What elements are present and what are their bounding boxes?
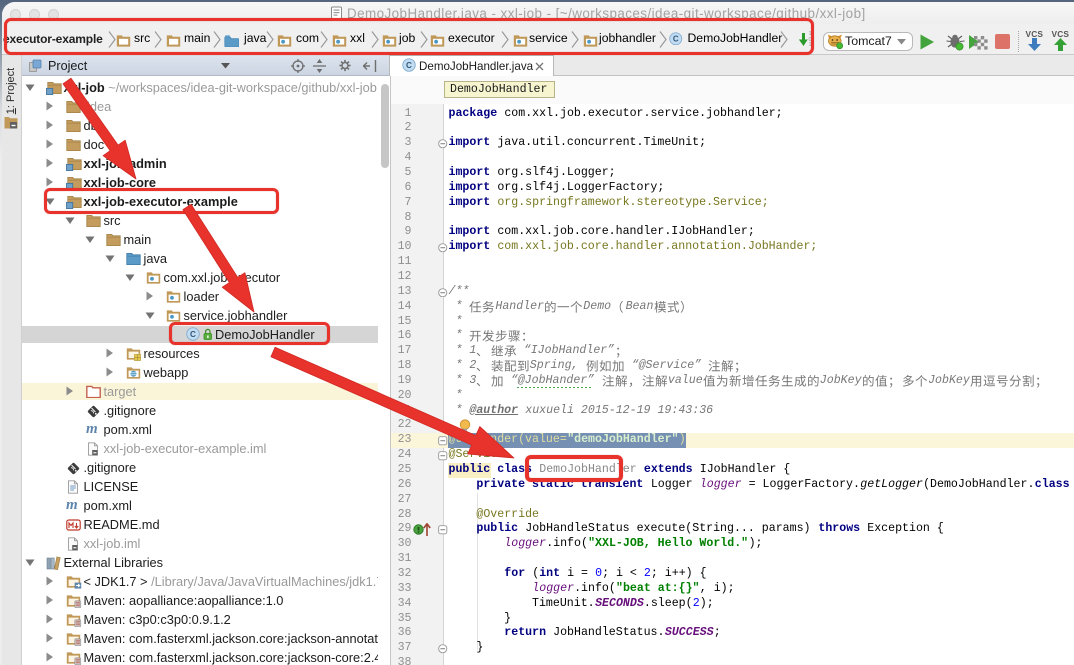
svg-text:C: C [406, 61, 412, 70]
